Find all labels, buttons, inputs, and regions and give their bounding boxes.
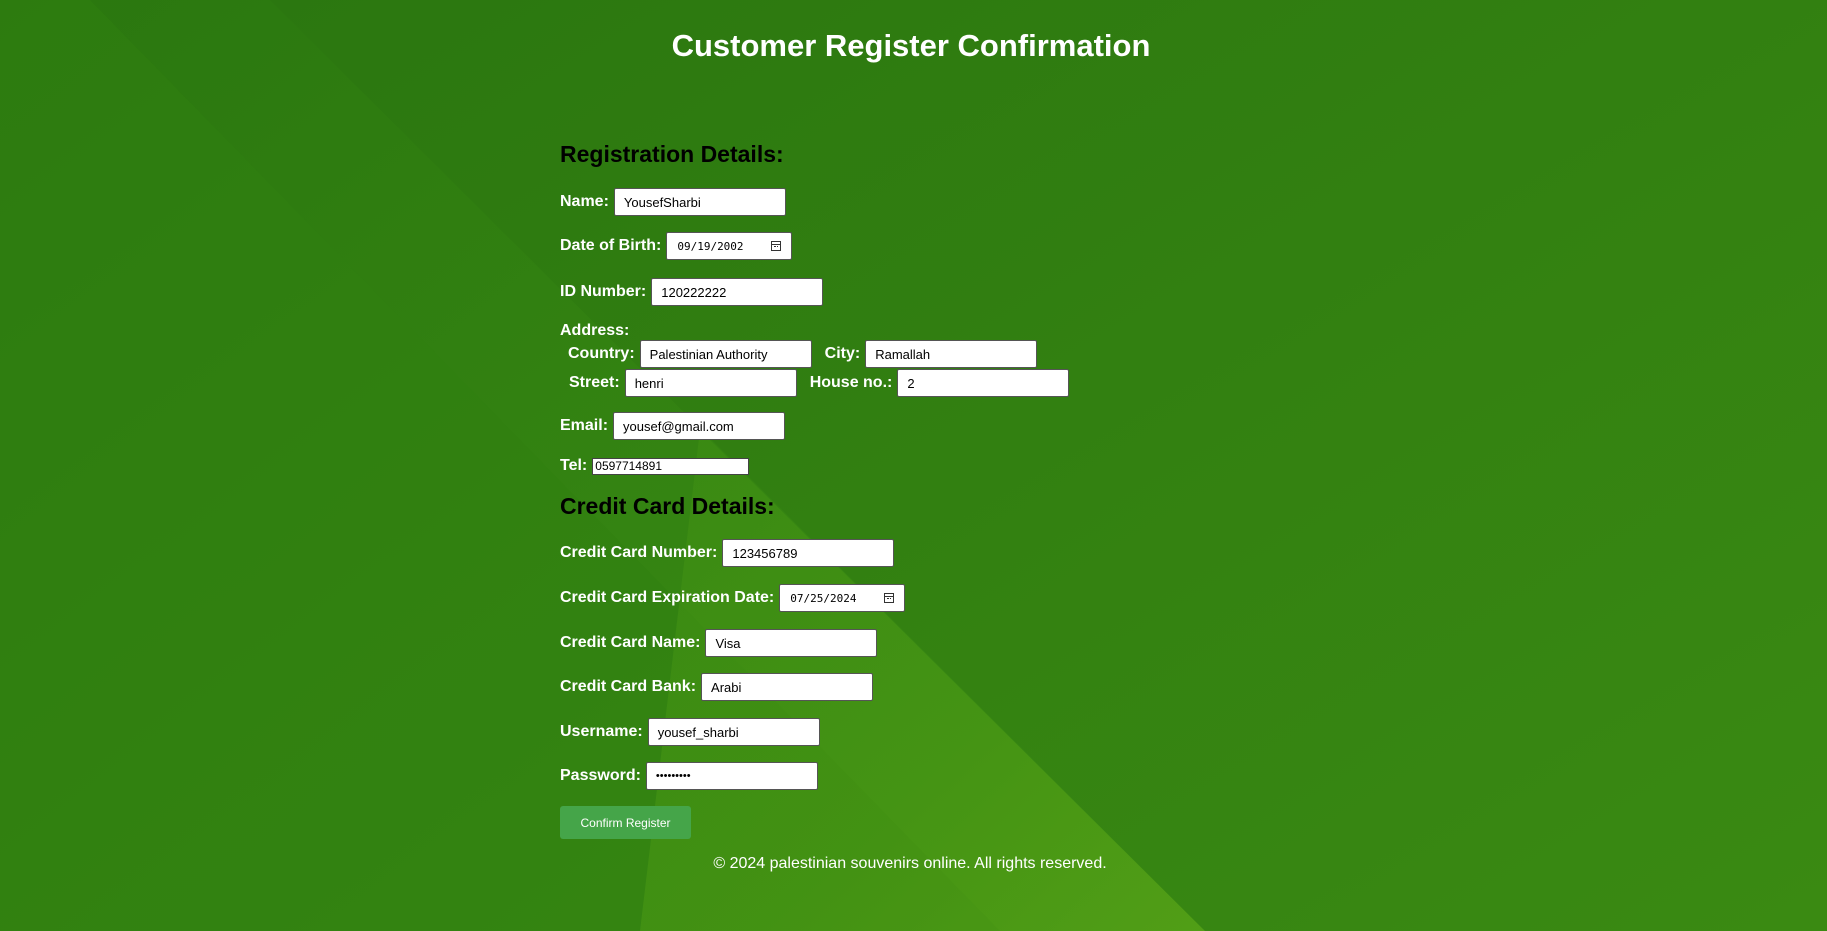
address-label-row: Address:	[560, 322, 629, 340]
dob-row: Date of Birth: 09/19/2002	[560, 232, 793, 260]
calendar-icon[interactable]	[771, 241, 782, 251]
credit-card-heading: Credit Card Details:	[560, 493, 775, 519]
id-number-field[interactable]: 120222222	[651, 278, 824, 306]
email-field[interactable]: yousef@gmail.com	[613, 412, 786, 440]
street-house-row: Street: henri House no.: 2	[569, 369, 1070, 397]
username-field[interactable]: yousef_sharbi	[647, 718, 820, 746]
dob-field[interactable]: 09/19/2002	[666, 232, 793, 260]
street-field[interactable]: henri	[624, 369, 797, 397]
page-title: Customer Register Confirmation	[671, 28, 1151, 63]
cc-number-field[interactable]: 123456789	[722, 539, 895, 567]
calendar-icon[interactable]	[884, 593, 895, 603]
cc-expiration-row: Credit Card Expiration Date: 07/25/2024	[560, 584, 906, 612]
email-row: Email: yousef@gmail.com	[560, 412, 786, 440]
country-field[interactable]: Palestinian Authority	[639, 340, 812, 368]
name-row: Name: YousefSharbi	[560, 188, 786, 216]
background-decoration	[0, 0, 1827, 931]
cc-name-row: Credit Card Name: Visa	[560, 629, 878, 657]
city-label: City:	[824, 345, 861, 362]
name-label: Name:	[560, 193, 609, 210]
cc-bank-field[interactable]: Arabi	[701, 673, 874, 701]
username-row: Username: yousef_sharbi	[560, 718, 820, 746]
cc-expiration-value: 07/25/2024	[790, 591, 857, 605]
footer-copyright: © 2024 palestinian souvenirs online. All…	[713, 855, 1107, 872]
email-label: Email:	[560, 417, 609, 434]
country-label: Country:	[568, 345, 635, 362]
country-city-row: Country: Palestinian Authority City: Ram…	[568, 340, 1038, 368]
name-field[interactable]: YousefSharbi	[613, 188, 786, 216]
cc-name-field[interactable]: Visa	[705, 629, 878, 657]
dob-label: Date of Birth:	[560, 237, 662, 254]
cc-bank-row: Credit Card Bank: Arabi	[560, 673, 874, 701]
registration-heading: Registration Details:	[560, 141, 784, 167]
cc-bank-label: Credit Card Bank:	[560, 678, 697, 695]
confirm-register-button[interactable]: Confirm Register	[560, 806, 691, 839]
id-number-label: ID Number:	[560, 283, 647, 300]
tel-label: Tel:	[560, 457, 588, 474]
tel-row: Tel: 0597714891	[560, 457, 750, 475]
cc-expiration-label: Credit Card Expiration Date:	[560, 589, 775, 606]
cc-number-row: Credit Card Number: 123456789	[560, 539, 895, 567]
cc-expiration-field[interactable]: 07/25/2024	[779, 584, 906, 612]
house-no-field[interactable]: 2	[897, 369, 1070, 397]
cc-number-label: Credit Card Number:	[560, 544, 718, 561]
house-no-label: House no.:	[809, 374, 893, 391]
password-label: Password:	[560, 767, 641, 784]
dob-value: 09/19/2002	[677, 239, 744, 253]
city-field[interactable]: Ramallah	[865, 340, 1038, 368]
street-label: Street:	[569, 374, 620, 391]
address-label: Address:	[560, 322, 630, 339]
username-label: Username:	[560, 723, 643, 740]
id-number-row: ID Number: 120222222	[560, 278, 824, 306]
password-row: Password: •••••••••	[560, 762, 818, 790]
cc-name-label: Credit Card Name:	[560, 634, 701, 651]
tel-field[interactable]: 0597714891	[592, 457, 750, 475]
password-field[interactable]: •••••••••	[645, 762, 818, 790]
